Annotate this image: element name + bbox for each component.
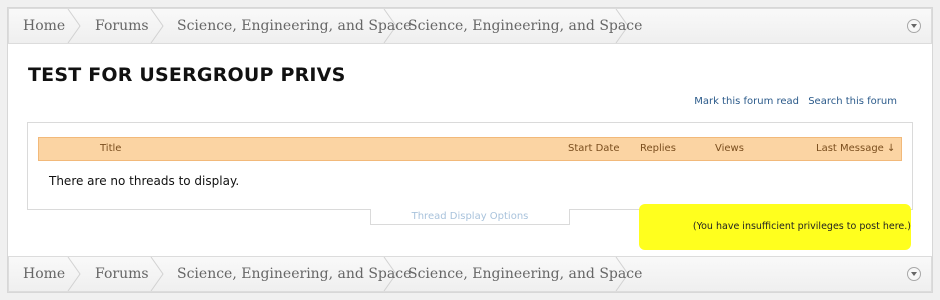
breadcrumb-label: Forums bbox=[95, 266, 149, 282]
breadcrumb-top: Home Forums Science, Engineering, and Sp… bbox=[8, 8, 932, 44]
mark-forum-read-link[interactable]: Mark this forum read bbox=[694, 96, 799, 107]
breadcrumb-label: Science, Engineering, and Space bbox=[177, 266, 412, 282]
breadcrumb-label: Home bbox=[23, 266, 66, 282]
forum-links: Mark this forum read Search this forum bbox=[688, 96, 897, 107]
breadcrumb-item-forums[interactable]: Forums bbox=[95, 257, 149, 291]
breadcrumb-item-forum[interactable]: Science, Engineering, and Space bbox=[408, 257, 642, 291]
column-views[interactable]: Views bbox=[715, 138, 744, 160]
thread-list: Title Start Date Replies Views Last Mess… bbox=[27, 122, 913, 210]
thread-list-header: Title Start Date Replies Views Last Mess… bbox=[38, 137, 902, 161]
empty-thread-message: There are no threads to display. bbox=[49, 174, 240, 188]
breadcrumb-separator-icon bbox=[67, 257, 81, 291]
jump-menu-icon[interactable] bbox=[907, 267, 921, 281]
breadcrumb-item-category[interactable]: Science, Engineering, and Space bbox=[177, 9, 411, 43]
breadcrumb-separator-icon bbox=[150, 9, 164, 43]
page-title: TEST FOR USERGROUP PRIVS bbox=[28, 64, 346, 86]
page-frame: Home Forums Science, Engineering, and Sp… bbox=[7, 7, 933, 293]
breadcrumb-bottom: Home Forums Science, Engineering, and Sp… bbox=[8, 256, 932, 292]
breadcrumb-item-home[interactable]: Home bbox=[23, 9, 65, 43]
breadcrumb-item-forums[interactable]: Forums bbox=[95, 9, 149, 43]
jump-menu-icon[interactable] bbox=[907, 19, 921, 33]
breadcrumb-label: Forums bbox=[95, 18, 149, 34]
column-start-date[interactable]: Start Date bbox=[568, 138, 620, 160]
breadcrumb-label: Science, Engineering, and Space bbox=[408, 18, 643, 34]
thread-display-options-toggle[interactable]: Thread Display Options bbox=[370, 209, 570, 225]
breadcrumb-item-forum[interactable]: Science, Engineering, and Space bbox=[408, 9, 642, 43]
breadcrumb-label: Home bbox=[23, 18, 66, 34]
column-replies[interactable]: Replies bbox=[640, 138, 676, 160]
insufficient-privileges-notice: (You have insufficient privileges to pos… bbox=[692, 221, 911, 232]
column-last-message[interactable]: Last Message ↓ bbox=[816, 138, 895, 160]
column-title[interactable]: Title bbox=[100, 138, 121, 160]
breadcrumb-label: Science, Engineering, and Space bbox=[177, 18, 412, 34]
breadcrumb-item-category[interactable]: Science, Engineering, and Space bbox=[177, 257, 411, 291]
breadcrumb-label: Science, Engineering, and Space bbox=[408, 266, 643, 282]
breadcrumb-separator-icon bbox=[67, 9, 81, 43]
search-forum-link[interactable]: Search this forum bbox=[808, 96, 897, 107]
breadcrumb-item-home[interactable]: Home bbox=[23, 257, 65, 291]
breadcrumb-separator-icon bbox=[150, 257, 164, 291]
